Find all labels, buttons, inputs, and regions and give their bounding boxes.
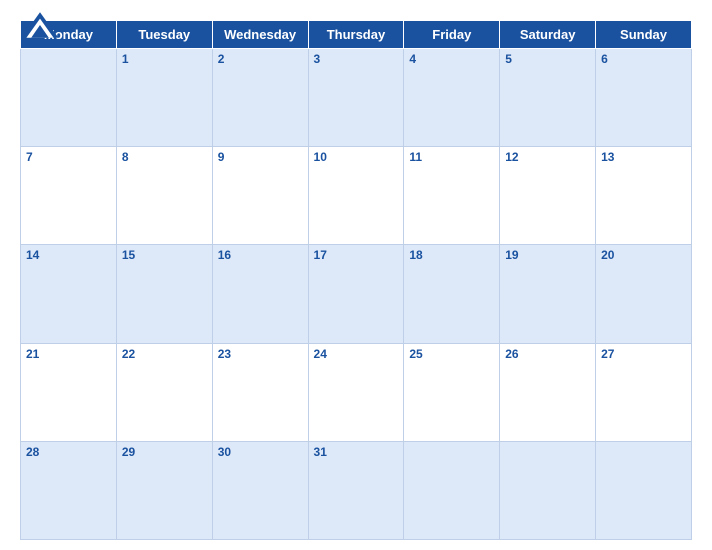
day-header-thursday: Thursday — [308, 21, 404, 49]
calendar-cell: 24 — [308, 343, 404, 441]
logo — [20, 10, 60, 40]
calendar-cell: 30 — [212, 441, 308, 539]
calendar-header-row: MondayTuesdayWednesdayThursdayFridaySatu… — [21, 21, 692, 49]
calendar-cell: 11 — [404, 147, 500, 245]
calendar-cell: 4 — [404, 49, 500, 147]
calendar-cell: 14 — [21, 245, 117, 343]
calendar-cell: 16 — [212, 245, 308, 343]
calendar-cell: 9 — [212, 147, 308, 245]
calendar-cell: 20 — [596, 245, 692, 343]
calendar-week-5: 28293031 — [21, 441, 692, 539]
calendar-cell: 10 — [308, 147, 404, 245]
calendar-cell — [596, 441, 692, 539]
calendar-cell: 17 — [308, 245, 404, 343]
calendar-cell: 13 — [596, 147, 692, 245]
calendar-cell: 2 — [212, 49, 308, 147]
calendar-cell — [21, 49, 117, 147]
calendar-header — [20, 10, 692, 14]
calendar-week-3: 14151617181920 — [21, 245, 692, 343]
day-header-friday: Friday — [404, 21, 500, 49]
calendar-cell: 28 — [21, 441, 117, 539]
day-header-wednesday: Wednesday — [212, 21, 308, 49]
calendar-cell: 12 — [500, 147, 596, 245]
calendar-cell: 6 — [596, 49, 692, 147]
calendar-cell: 3 — [308, 49, 404, 147]
calendar-cell: 25 — [404, 343, 500, 441]
calendar-cell: 8 — [116, 147, 212, 245]
calendar-cell: 27 — [596, 343, 692, 441]
calendar-week-1: 123456 — [21, 49, 692, 147]
calendar-cell: 1 — [116, 49, 212, 147]
day-header-saturday: Saturday — [500, 21, 596, 49]
day-header-tuesday: Tuesday — [116, 21, 212, 49]
calendar-week-4: 21222324252627 — [21, 343, 692, 441]
calendar-cell: 23 — [212, 343, 308, 441]
calendar-body: 1234567891011121314151617181920212223242… — [21, 49, 692, 540]
calendar-cell: 19 — [500, 245, 596, 343]
calendar-table: MondayTuesdayWednesdayThursdayFridaySatu… — [20, 20, 692, 540]
calendar-cell — [404, 441, 500, 539]
calendar-cell: 7 — [21, 147, 117, 245]
day-header-sunday: Sunday — [596, 21, 692, 49]
calendar-cell: 15 — [116, 245, 212, 343]
calendar-cell: 18 — [404, 245, 500, 343]
calendar-cell: 5 — [500, 49, 596, 147]
calendar-cell: 31 — [308, 441, 404, 539]
calendar-cell: 26 — [500, 343, 596, 441]
calendar-cell — [500, 441, 596, 539]
calendar-cell: 29 — [116, 441, 212, 539]
calendar-cell: 22 — [116, 343, 212, 441]
calendar-cell: 21 — [21, 343, 117, 441]
calendar-week-2: 78910111213 — [21, 147, 692, 245]
